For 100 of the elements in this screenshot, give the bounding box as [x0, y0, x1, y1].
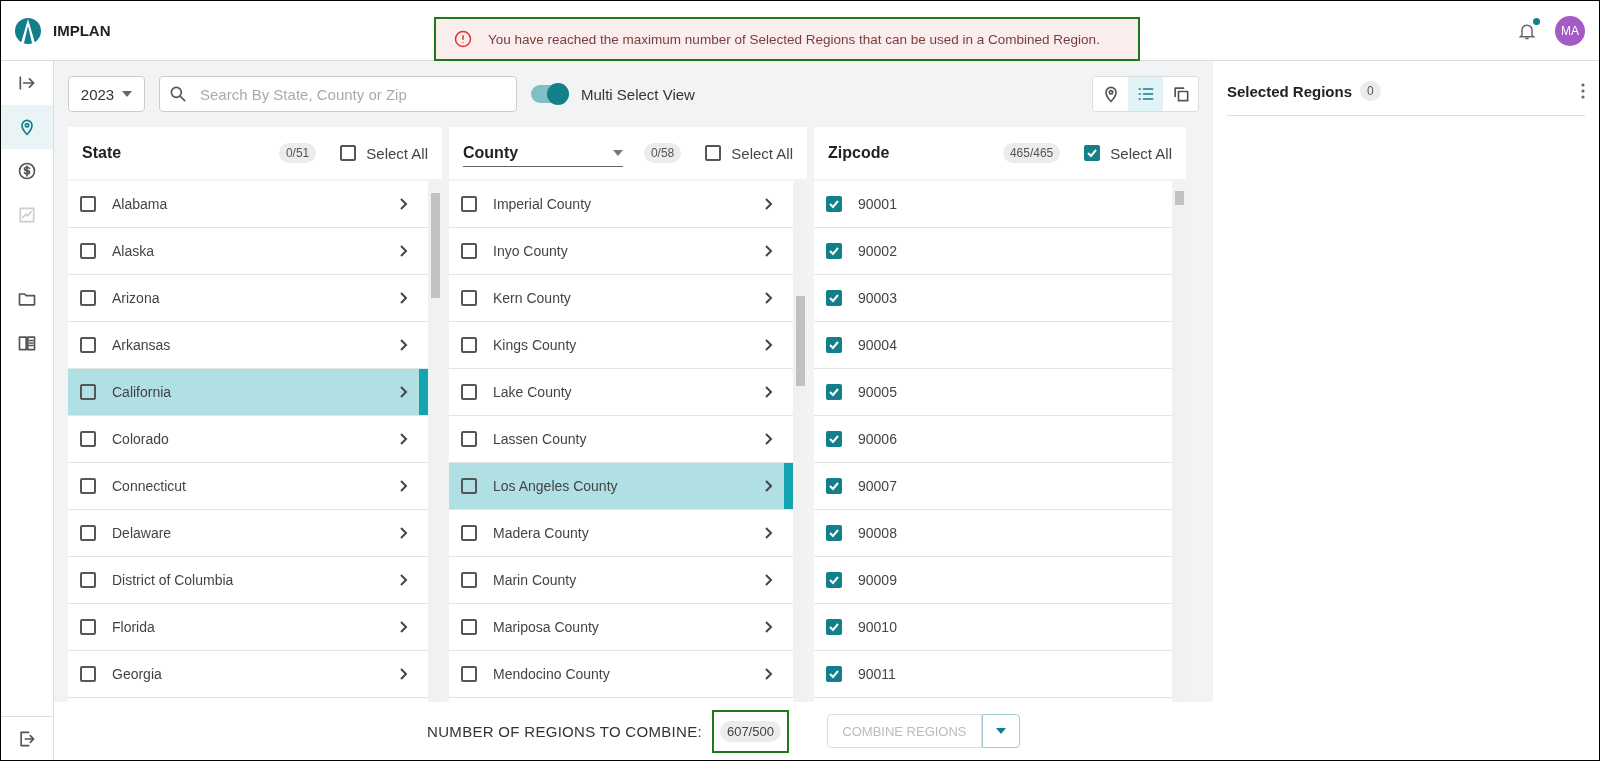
- chevron-right-icon: [400, 198, 408, 210]
- row-label: Colorado: [112, 431, 169, 447]
- row-label: Arkansas: [112, 337, 171, 353]
- more-button[interactable]: [1581, 83, 1585, 99]
- row-label: Florida: [112, 619, 155, 635]
- panel-title: Selected Regions: [1227, 82, 1353, 100]
- checkbox[interactable]: [826, 431, 842, 447]
- checkbox[interactable]: [826, 572, 842, 588]
- column-dropdown[interactable]: County: [463, 139, 623, 167]
- row-label: Lassen County: [493, 431, 587, 447]
- nav-item[interactable]: [1, 105, 53, 149]
- row-label: Madera County: [493, 525, 589, 541]
- book-icon: [17, 333, 37, 353]
- row-label: 90005: [858, 384, 897, 400]
- chevron-right-icon: [765, 386, 773, 398]
- row-label: 90008: [858, 525, 897, 541]
- checkbox[interactable]: [461, 196, 477, 212]
- checkbox[interactable]: [826, 666, 842, 682]
- chevron-right-icon: [765, 621, 773, 633]
- checkbox[interactable]: [461, 478, 477, 494]
- checkbox[interactable]: [826, 337, 842, 353]
- row-label: Marin County: [493, 572, 577, 588]
- checkbox[interactable]: [80, 243, 96, 259]
- caret-icon: [613, 149, 623, 156]
- line-chart-icon: [17, 205, 37, 225]
- checkbox[interactable]: [705, 145, 722, 161]
- alert-message: You have reached the maximum number of Selected Regions that can be used in a Combined Region.: [488, 31, 1100, 47]
- logo-icon: [15, 15, 41, 46]
- checkbox[interactable]: [461, 619, 477, 635]
- checkbox[interactable]: [80, 384, 96, 400]
- error-icon: [454, 30, 472, 48]
- checkbox[interactable]: [80, 572, 96, 588]
- checkbox[interactable]: [826, 478, 842, 494]
- scrollbar[interactable]: [793, 181, 807, 702]
- chevron-right-icon: [765, 480, 773, 492]
- caret-icon: [995, 728, 1006, 734]
- checkbox[interactable]: [1084, 145, 1101, 161]
- checkbox[interactable]: [826, 243, 842, 259]
- list-row[interactable]: Los Angeles County: [449, 463, 793, 510]
- checkbox[interactable]: [826, 525, 842, 541]
- checkbox[interactable]: [461, 290, 477, 306]
- list-row[interactable]: California: [68, 369, 428, 416]
- checkbox[interactable]: [340, 145, 357, 161]
- checkbox[interactable]: [80, 619, 96, 635]
- year-select[interactable]: 2023: [68, 76, 145, 112]
- checkbox[interactable]: [80, 525, 96, 541]
- dropdown-button[interactable]: [981, 714, 1020, 748]
- checkbox[interactable]: [80, 196, 96, 212]
- row-label: 90001: [858, 196, 897, 212]
- checkbox[interactable]: [461, 384, 477, 400]
- checkbox[interactable]: [80, 478, 96, 494]
- kebab-icon: [1581, 83, 1585, 99]
- toggle-label: Multi Select View: [581, 85, 695, 103]
- scrollbar[interactable]: [428, 181, 442, 702]
- checkbox[interactable]: [826, 196, 842, 212]
- chevron-right-icon: [400, 668, 408, 680]
- dollar-circle-icon: [17, 161, 37, 181]
- checkbox[interactable]: [826, 290, 842, 306]
- checkbox[interactable]: [80, 337, 96, 353]
- checkbox[interactable]: [80, 431, 96, 447]
- checkbox[interactable]: [461, 525, 477, 541]
- row-label: 90002: [858, 243, 897, 259]
- user-avatar[interactable]: MA: [1555, 15, 1585, 46]
- scrollbar[interactable]: [1172, 181, 1186, 702]
- chevron-right-icon: [765, 339, 773, 351]
- row-label: 90010: [858, 619, 897, 635]
- count-badge: 0: [1360, 81, 1381, 101]
- chevron-right-icon: [765, 292, 773, 304]
- brand-name: IMPLAN: [53, 22, 111, 39]
- checkbox[interactable]: [461, 666, 477, 682]
- row-label: 90007: [858, 478, 897, 494]
- search-field[interactable]: Search By State, County or Zip: [159, 76, 517, 112]
- chevron-right-icon: [400, 339, 408, 351]
- checkbox[interactable]: [80, 666, 96, 682]
- chevron-right-icon: [765, 527, 773, 539]
- checkbox[interactable]: [461, 243, 477, 259]
- checkbox[interactable]: [461, 431, 477, 447]
- chevron-right-icon: [400, 574, 408, 586]
- chevron-right-icon: [765, 245, 773, 257]
- chevron-right-icon: [400, 292, 408, 304]
- chevron-right-icon: [400, 527, 408, 539]
- checkbox[interactable]: [461, 337, 477, 353]
- chevron-right-icon: [765, 198, 773, 210]
- row-label: Los Angeles County: [493, 478, 618, 494]
- row-label: 90006: [858, 431, 897, 447]
- chevron-right-icon: [400, 621, 408, 633]
- checkbox[interactable]: [826, 384, 842, 400]
- row-label: Delaware: [112, 525, 172, 541]
- row-label: Kings County: [493, 337, 577, 353]
- expand-arrow-icon: [17, 73, 37, 93]
- checkbox[interactable]: [826, 619, 842, 635]
- chevron-right-icon: [400, 433, 408, 445]
- row-label: Mendocino County: [493, 666, 610, 682]
- chevron-right-icon: [765, 574, 773, 586]
- count-badge: 465/465: [1002, 143, 1061, 163]
- checkbox[interactable]: [461, 572, 477, 588]
- checkbox[interactable]: [80, 290, 96, 306]
- select-all-label: Select All: [366, 144, 428, 162]
- row-label: 90004: [858, 337, 897, 353]
- toggle-switch[interactable]: [531, 85, 567, 103]
